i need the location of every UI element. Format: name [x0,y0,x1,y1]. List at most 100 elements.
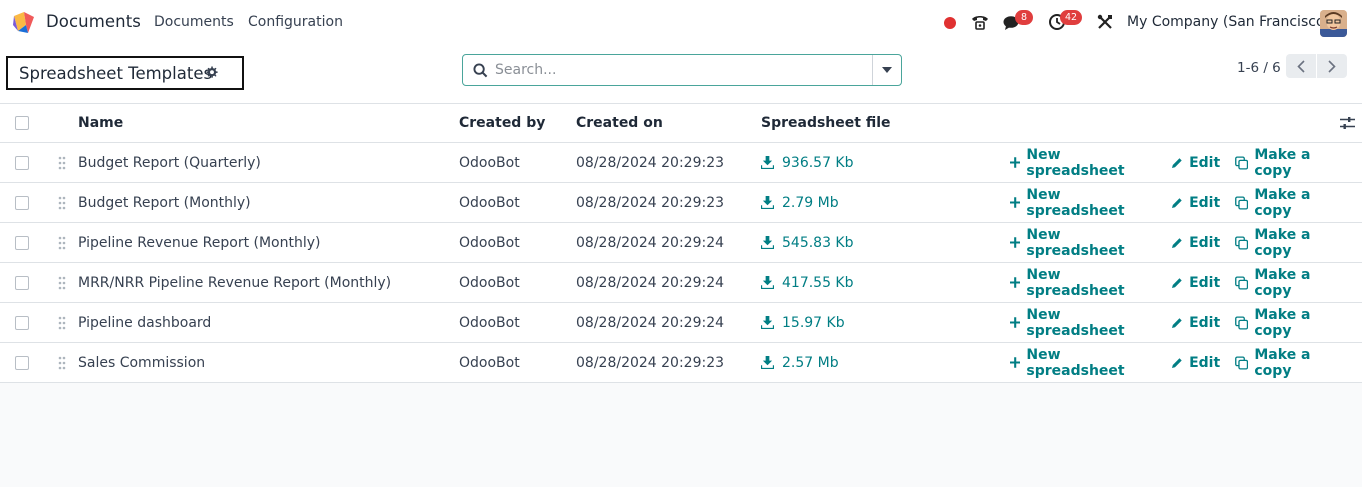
edit-button[interactable]: Edit [1171,315,1220,331]
new-spreadsheet-button[interactable]: New spreadsheet [1010,147,1156,179]
make-copy-button[interactable]: Make a copy [1235,147,1347,179]
file-download-link[interactable]: 936.57 Kb [761,143,854,182]
breadcrumb: Spreadsheet Templates [6,56,244,90]
make-copy-label: Make a copy [1254,226,1311,259]
row-actions: New spreadsheet Edit Make a copy [1010,143,1362,182]
make-copy-label: Make a copy [1254,266,1311,299]
file-download-link[interactable]: 15.97 Kb [761,303,845,342]
row-checkbox[interactable] [15,195,29,210]
cell-created-on: 08/28/2024 20:29:23 [576,354,725,371]
edit-label: Edit [1189,234,1221,251]
select-all-checkbox[interactable] [15,116,29,130]
row-checkbox[interactable] [15,235,29,250]
table-row[interactable]: MRR/NRR Pipeline Revenue Report (Monthly… [0,263,1362,303]
drag-handle-icon[interactable] [58,236,66,250]
cell-created-by: OdooBot [459,194,520,211]
new-spreadsheet-button[interactable]: New spreadsheet [1010,307,1156,339]
edit-label: Edit [1189,274,1221,291]
edit-button[interactable]: Edit [1171,355,1220,371]
app-name[interactable]: Documents [46,12,141,31]
new-spreadsheet-label: New spreadsheet [1026,346,1125,379]
column-header-created-on[interactable]: Created on [576,104,663,142]
column-header-created-by[interactable]: Created by [459,104,545,142]
make-copy-label: Make a copy [1254,146,1311,179]
cell-created-by: OdooBot [459,354,520,371]
optional-columns-icon[interactable] [1340,116,1355,130]
search-input[interactable] [495,56,871,84]
edit-button[interactable]: Edit [1171,195,1220,211]
make-copy-button[interactable]: Make a copy [1235,347,1347,379]
copy-icon [1235,315,1249,330]
drag-handle-icon[interactable] [58,276,66,290]
cell-created-by: OdooBot [459,234,520,251]
copy-icon [1235,355,1249,370]
make-copy-label: Make a copy [1254,306,1311,339]
control-panel: Spreadsheet Templates 1-6 / 6 [0,46,1362,104]
search-icon [473,63,488,78]
download-icon [761,236,774,249]
new-spreadsheet-label: New spreadsheet [1026,266,1125,299]
file-size: 2.57 Mb [782,354,839,371]
row-checkbox[interactable] [15,275,29,290]
file-download-link[interactable]: 2.57 Mb [761,343,839,382]
edit-button[interactable]: Edit [1171,275,1220,291]
pencil-icon [1172,317,1182,328]
column-header-name[interactable]: Name [78,104,123,142]
cell-created-by: OdooBot [459,274,520,291]
file-download-link[interactable]: 2.79 Mb [761,183,839,222]
make-copy-label: Make a copy [1254,186,1311,219]
download-icon [761,196,774,209]
recording-indicator[interactable] [944,17,956,29]
drag-handle-icon[interactable] [58,196,66,210]
search-options-toggle[interactable] [872,55,901,85]
search-box [462,54,902,86]
documents-app-logo[interactable] [12,11,38,35]
make-copy-button[interactable]: Make a copy [1235,187,1347,219]
gear-icon[interactable] [205,66,218,79]
new-spreadsheet-button[interactable]: New spreadsheet [1010,347,1156,379]
cell-created-by: OdooBot [459,154,520,171]
menu-configuration[interactable]: Configuration [248,14,343,30]
edit-label: Edit [1189,194,1221,211]
table-row[interactable]: Pipeline dashboard OdooBot 08/28/2024 20… [0,303,1362,343]
user-avatar[interactable] [1320,10,1347,37]
plus-icon [1010,197,1021,208]
file-download-link[interactable]: 417.55 Kb [761,263,854,302]
edit-button[interactable]: Edit [1171,155,1220,171]
chevron-right-icon [1328,59,1336,73]
new-spreadsheet-button[interactable]: New spreadsheet [1010,187,1156,219]
file-download-link[interactable]: 545.83 Kb [761,223,854,262]
phone-icon[interactable] [970,13,990,31]
drag-handle-icon[interactable] [58,316,66,330]
row-checkbox[interactable] [15,355,29,370]
table-row[interactable]: Sales Commission OdooBot 08/28/2024 20:2… [0,343,1362,383]
debug-tools-icon[interactable] [1097,14,1113,30]
new-spreadsheet-button[interactable]: New spreadsheet [1010,227,1156,259]
file-size: 417.55 Kb [782,274,854,291]
row-actions: New spreadsheet Edit Make a copy [1010,183,1362,222]
pager-previous-button[interactable] [1286,54,1316,78]
make-copy-button[interactable]: Make a copy [1235,307,1347,339]
table-row[interactable]: Pipeline Revenue Report (Monthly) OdooBo… [0,223,1362,263]
row-checkbox[interactable] [15,155,29,170]
new-spreadsheet-button[interactable]: New spreadsheet [1010,267,1156,299]
menu-documents[interactable]: Documents [154,14,234,30]
copy-icon [1235,155,1249,170]
company-switcher[interactable]: My Company (San Francisco) [1127,14,1330,30]
pager-next-button[interactable] [1317,54,1347,78]
row-checkbox[interactable] [15,315,29,330]
make-copy-label: Make a copy [1254,346,1311,379]
make-copy-button[interactable]: Make a copy [1235,227,1347,259]
table-row[interactable]: Budget Report (Monthly) OdooBot 08/28/20… [0,183,1362,223]
new-spreadsheet-label: New spreadsheet [1026,186,1125,219]
pager-value[interactable]: 1-6 / 6 [1237,60,1281,76]
make-copy-button[interactable]: Make a copy [1235,267,1347,299]
table-row[interactable]: Budget Report (Quarterly) OdooBot 08/28/… [0,143,1362,183]
caret-down-icon [882,67,892,73]
drag-handle-icon[interactable] [58,156,66,170]
file-size: 936.57 Kb [782,154,854,171]
column-header-file[interactable]: Spreadsheet file [761,104,891,142]
drag-handle-icon[interactable] [58,356,66,370]
file-size: 15.97 Kb [782,314,845,331]
edit-button[interactable]: Edit [1171,235,1220,251]
